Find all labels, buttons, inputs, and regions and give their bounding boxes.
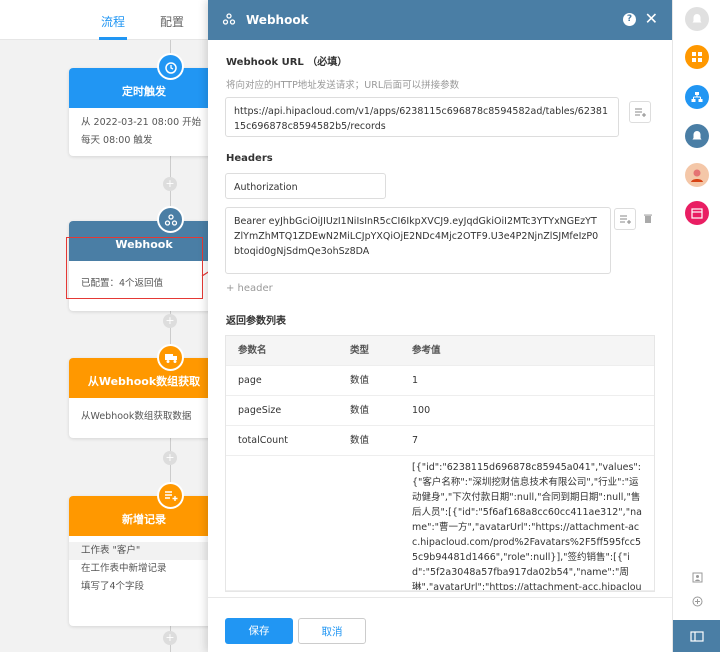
header-key-input[interactable]: Authorization	[225, 173, 386, 199]
user-avatar[interactable]	[685, 163, 709, 187]
node-fetch-desc: 从Webhook数组获取数据	[81, 411, 192, 422]
url-label: Webhook URL （必填）	[226, 57, 348, 68]
table-cell	[226, 456, 338, 590]
add-header-button[interactable]: + header	[226, 283, 273, 294]
bell-icon[interactable]	[685, 124, 709, 148]
node-timer-schedule: 每天 08:00 触发	[81, 135, 153, 146]
table-cell: [{"id":"6238115d696878c85945a041","value…	[412, 462, 642, 590]
table-header-row: 参数名 类型 参考值	[226, 336, 654, 366]
node-add-title: 新增记录	[69, 496, 219, 536]
notification-bell-icon[interactable]	[685, 7, 709, 31]
table-cell: 1	[412, 375, 419, 386]
close-icon[interactable]: ✕	[645, 10, 658, 28]
table-row: pageSize 数值 100	[226, 396, 654, 426]
truck-icon	[157, 344, 184, 371]
webhook-icon	[157, 206, 184, 233]
flow-topbar: 流程 配置	[0, 0, 208, 40]
url-hint: 将向对应的HTTP地址发送请求；URL后面可以拼接参数	[226, 80, 460, 91]
table-row: totalCount 数值 7	[226, 426, 654, 456]
dialog-footer: 保存 取消	[208, 597, 672, 652]
webhook-icon	[222, 12, 236, 29]
tab-config[interactable]: 配置	[160, 13, 184, 30]
header-value-input[interactable]: Bearer eyJhbGciOiJIUzI1NiIsInR5cCI6IkpXV…	[225, 207, 611, 274]
table-row: [{"id":"6238115d696878c85945a041","value…	[226, 456, 654, 591]
add-step-button[interactable]: +	[163, 177, 177, 191]
save-button[interactable]: 保存	[225, 618, 293, 644]
org-chart-icon[interactable]	[685, 85, 709, 109]
table-cell: 数值	[350, 435, 370, 446]
table-header-cell: 参考值	[412, 345, 441, 356]
table-cell	[338, 456, 400, 590]
add-step-button[interactable]: +	[163, 451, 177, 465]
calendar-icon[interactable]	[685, 201, 709, 225]
return-params-label: 返回参数列表	[226, 316, 286, 327]
headers-label: Headers	[226, 153, 273, 164]
table-row: page 数值 1	[226, 366, 654, 396]
node-timer-start: 从 2022-03-21 08:00 开始	[81, 117, 202, 128]
table-cell: 100	[412, 405, 431, 416]
node-fetch[interactable]: 从Webhook数组获取 从Webhook数组获取数据	[69, 358, 219, 438]
dialog-header: Webhook ? ✕	[208, 0, 672, 40]
add-record-icon	[157, 482, 184, 509]
alarm-clock-icon	[157, 53, 184, 80]
trash-icon[interactable]	[643, 213, 653, 227]
tab-underline	[99, 37, 127, 40]
node-add-desc: 在工作表中新增记录	[81, 563, 167, 574]
dialog-body: Webhook URL （必填） 将向对应的HTTP地址发送请求；URL后面可以…	[208, 40, 672, 597]
table-cell: totalCount	[238, 435, 288, 446]
table-cell: 数值	[350, 405, 370, 416]
add-circle-icon[interactable]	[690, 596, 704, 610]
add-step-button[interactable]: +	[163, 631, 177, 645]
help-icon[interactable]: ?	[623, 13, 636, 26]
webhook-dialog: Webhook ? ✕ Webhook URL （必填） 将向对应的HTTP地址…	[208, 0, 672, 652]
dialog-title: Webhook	[246, 13, 309, 27]
table-cell: 7	[412, 435, 419, 446]
url-input[interactable]: https://api.hipacloud.com/v1/apps/623811…	[225, 97, 619, 137]
variable-picker-icon[interactable]	[614, 208, 636, 230]
tab-flow[interactable]: 流程	[101, 13, 125, 30]
node-timer[interactable]: 定时触发 从 2022-03-21 08:00 开始 每天 08:00 触发	[69, 68, 219, 156]
node-fetch-title: 从Webhook数组获取	[69, 358, 219, 398]
cancel-button[interactable]: 取消	[298, 618, 366, 644]
add-step-button[interactable]: +	[163, 314, 177, 328]
table-header-cell: 参数名	[238, 345, 267, 356]
return-params-table: 参数名 类型 参考值 page 数值 1 pageSize 数值 100 tot…	[225, 335, 655, 592]
table-cell: page	[238, 375, 262, 386]
node-add-fields: 填写了4个字段	[81, 581, 145, 592]
variable-picker-icon[interactable]	[629, 101, 651, 123]
node-timer-title: 定时触发	[69, 68, 219, 108]
contact-icon[interactable]	[690, 572, 704, 586]
apps-grid-icon[interactable]	[685, 45, 709, 69]
table-cell: pageSize	[238, 405, 282, 416]
table-header-cell: 类型	[350, 345, 370, 356]
node-add-record[interactable]: 新增记录 工作表 "客户" 在工作表中新增记录 填写了4个字段	[69, 496, 219, 626]
panel-toggle-icon[interactable]	[673, 620, 720, 652]
highlight-box	[66, 237, 203, 299]
table-cell: 数值	[350, 375, 370, 386]
node-add-sheet: 工作表 "客户"	[69, 542, 219, 560]
right-rail	[672, 0, 720, 652]
